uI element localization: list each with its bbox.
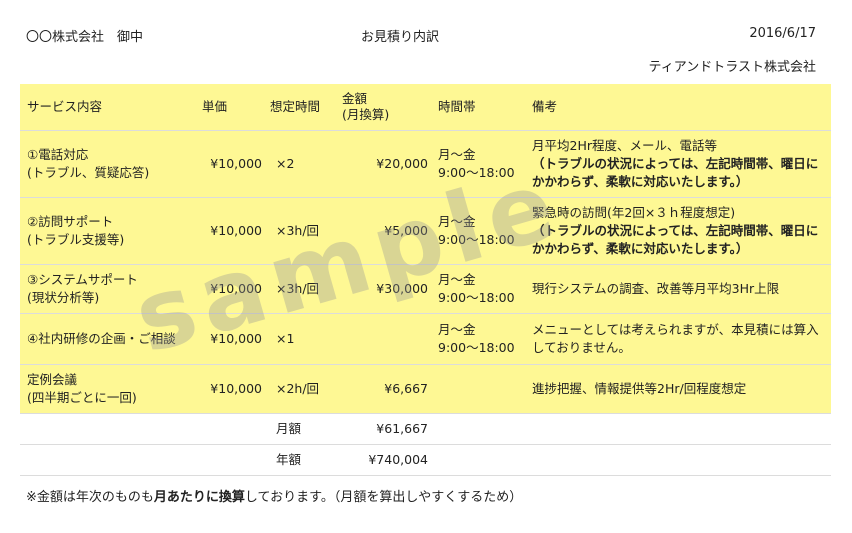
expected-time: ×2	[266, 130, 338, 198]
footnote-emphasis: 月あたりに換算	[153, 490, 245, 505]
col-time-slot: 時間帯	[432, 84, 520, 131]
issuer-company: ティアンドトラスト株式会社	[648, 60, 816, 75]
service-cell: 定例会議 (四半期ごとに一回)	[20, 364, 198, 414]
note-text: メニューとしては考えられますが、本見積には算入しておりません。	[532, 322, 819, 355]
service-cell: ①電話対応 (トラブル、質疑応答)	[20, 130, 198, 198]
spacer-cell	[198, 413, 266, 445]
time-slot-days: 月～金	[438, 147, 476, 162]
annual-total-row: 年額 ¥740,004	[20, 444, 831, 476]
estimate-table: サービス内容 単価 想定時間 金額 (月換算) 時間帯 備考 ①電話対応 (トラ…	[20, 84, 831, 476]
unit-price: ¥10,000	[198, 364, 266, 414]
unit-price: ¥10,000	[198, 313, 266, 365]
spacer-cell	[520, 444, 831, 476]
time-slot	[432, 364, 520, 414]
service-cell: ③システムサポート (現状分析等)	[20, 264, 198, 314]
service-detail: (四半期ごとに一回)	[27, 390, 137, 405]
time-slot-days: 月～金	[438, 214, 476, 229]
service-cell: ④社内研修の企画・ご相談	[20, 313, 198, 365]
time-slot-days: 月～金	[438, 272, 476, 287]
time-slot: 月～金 9:00～18:00	[432, 130, 520, 198]
unit-price: ¥10,000	[198, 130, 266, 198]
col-amount-line2: (月換算)	[342, 107, 390, 122]
table-header-row: サービス内容 単価 想定時間 金額 (月換算) 時間帯 備考	[20, 84, 831, 131]
col-amount: 金額 (月換算)	[338, 84, 432, 131]
note-text: 月平均2Hr程度、メール、電話等	[532, 138, 717, 153]
service-name: ②訪問サポート	[27, 214, 114, 229]
time-slot-hours: 9:00～18:00	[438, 232, 515, 247]
amount: ¥30,000	[338, 264, 432, 314]
monthly-total-value: ¥61,667	[338, 413, 432, 445]
spacer-cell	[20, 413, 198, 445]
col-expected-time: 想定時間	[266, 84, 338, 131]
time-slot: 月～金 9:00～18:00	[432, 264, 520, 314]
amount: ¥6,667	[338, 364, 432, 414]
document-title: お見積り内訳	[361, 30, 440, 45]
service-cell: ②訪問サポート (トラブル支援等)	[20, 197, 198, 265]
footnote-prefix: ※金額は年次のものも	[26, 490, 154, 505]
note-text: 緊急時の訪問(年2回×３ｈ程度想定)	[532, 205, 736, 220]
notes: 緊急時の訪問(年2回×３ｈ程度想定) （トラブルの状況によっては、左記時間帯、曜…	[520, 197, 831, 265]
expected-time: ×1	[266, 313, 338, 365]
col-unit-price: 単価	[198, 84, 266, 131]
time-slot: 月～金 9:00～18:00	[432, 197, 520, 265]
time-slot-days: 月～金	[438, 322, 476, 337]
footnote: ※金額は年次のものも月あたりに換算しております。（月額を算出しやすくするため）	[26, 486, 522, 505]
table-row: ③システムサポート (現状分析等) ¥10,000 ×3h/回 ¥30,000 …	[20, 264, 831, 314]
note-text: 進捗把握、情報提供等2Hr/回程度想定	[532, 381, 747, 396]
expected-time: ×2h/回	[266, 364, 338, 414]
unit-price: ¥10,000	[198, 264, 266, 314]
col-notes: 備考	[520, 84, 831, 131]
notes: メニューとしては考えられますが、本見積には算入しておりません。	[520, 313, 831, 365]
notes: 現行システムの調査、改善等月平均3Hr上限	[520, 264, 831, 314]
spacer-cell	[520, 413, 831, 445]
unit-price: ¥10,000	[198, 197, 266, 265]
client-name: 〇〇株式会社 御中	[26, 30, 144, 45]
table-row: 定例会議 (四半期ごとに一回) ¥10,000 ×2h/回 ¥6,667 進捗把…	[20, 364, 831, 414]
time-slot-hours: 9:00～18:00	[438, 340, 515, 355]
service-name: 定例会議	[27, 372, 78, 387]
notes: 月平均2Hr程度、メール、電話等 （トラブルの状況によっては、左記時間帯、曜日に…	[520, 130, 831, 198]
service-detail: (トラブル支援等)	[27, 232, 125, 247]
time-slot-hours: 9:00～18:00	[438, 290, 515, 305]
monthly-total-label: 月額	[266, 413, 338, 445]
service-name: ④社内研修の企画・ご相談	[27, 331, 176, 346]
monthly-total-row: 月額 ¥61,667	[20, 413, 831, 445]
expected-time: ×3h/回	[266, 197, 338, 265]
col-service: サービス内容	[20, 84, 198, 131]
time-slot-hours: 9:00～18:00	[438, 165, 515, 180]
col-amount-line1: 金額	[342, 91, 368, 106]
document-date: 2016/6/17	[749, 26, 816, 41]
table-row: ①電話対応 (トラブル、質疑応答) ¥10,000 ×2 ¥20,000 月～金…	[20, 130, 831, 198]
table-row: ②訪問サポート (トラブル支援等) ¥10,000 ×3h/回 ¥5,000 月…	[20, 197, 831, 265]
note-emphasis: （トラブルの状況によっては、左記時間帯、曜日にかかわらず、柔軟に対応いたします。…	[532, 223, 819, 256]
annual-total-value: ¥740,004	[338, 444, 432, 476]
amount: ¥5,000	[338, 197, 432, 265]
table-row: ④社内研修の企画・ご相談 ¥10,000 ×1 月～金 9:00～18:00 メ…	[20, 313, 831, 365]
service-name: ①電話対応	[27, 147, 89, 162]
amount: ¥20,000	[338, 130, 432, 198]
spacer-cell	[432, 413, 520, 445]
note-text: 現行システムの調査、改善等月平均3Hr上限	[532, 281, 780, 296]
annual-total-label: 年額	[266, 444, 338, 476]
amount	[338, 313, 432, 365]
time-slot: 月～金 9:00～18:00	[432, 313, 520, 365]
service-name: ③システムサポート	[27, 272, 138, 287]
service-detail: (トラブル、質疑応答)	[27, 165, 150, 180]
note-emphasis: （トラブルの状況によっては、左記時間帯、曜日にかかわらず、柔軟に対応いたします。…	[532, 156, 819, 189]
service-detail: (現状分析等)	[27, 290, 100, 305]
spacer-cell	[198, 444, 266, 476]
footnote-suffix: しております。（月額を算出しやすくするため）	[244, 490, 523, 505]
expected-time: ×3h/回	[266, 264, 338, 314]
spacer-cell	[20, 444, 198, 476]
spacer-cell	[432, 444, 520, 476]
notes: 進捗把握、情報提供等2Hr/回程度想定	[520, 364, 831, 414]
